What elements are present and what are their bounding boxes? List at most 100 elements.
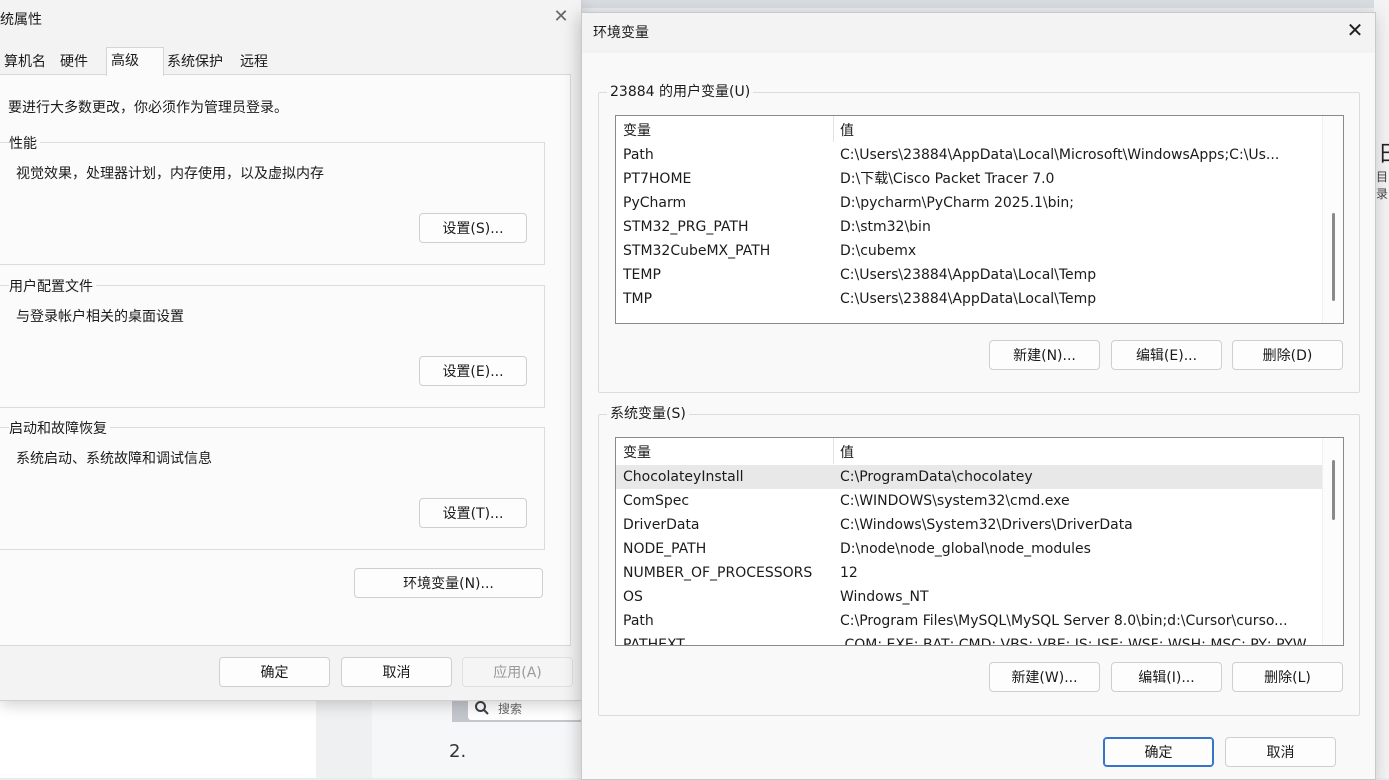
variable-name: TMP xyxy=(623,291,653,307)
tab-system-protection[interactable]: 系统保护 xyxy=(163,50,227,74)
admin-note: 要进行大多数更改，你必须作为管理员登录。 xyxy=(8,100,288,116)
variable-value: C:\WINDOWS\system32\cmd.exe xyxy=(840,493,1070,509)
tab-advanced[interactable]: 高级 xyxy=(106,47,164,76)
column-header-value[interactable]: 值 xyxy=(840,120,854,140)
background-list-number: 2. xyxy=(449,741,467,762)
background-search-placeholder: 搜索 xyxy=(498,702,523,716)
table-row[interactable]: ComSpec C:\WINDOWS\system32\cmd.exe xyxy=(616,489,1322,513)
delete-system-variable-button[interactable]: 删除(L) xyxy=(1232,662,1343,692)
scrollbar[interactable] xyxy=(1322,438,1343,645)
variable-name: NODE_PATH xyxy=(623,541,707,557)
table-row[interactable]: TMP C:\Users\23884\AppData\Local\Temp xyxy=(616,287,1322,311)
user-variables-title: 23884 的用户变量(U) xyxy=(607,81,754,101)
column-separator[interactable] xyxy=(833,438,834,464)
scrollbar-thumb[interactable] xyxy=(1332,460,1335,520)
apply-button[interactable]: 应用(A) xyxy=(462,657,573,687)
variable-name: OS xyxy=(623,589,643,605)
delete-user-variable-button[interactable]: 删除(D) xyxy=(1232,340,1343,370)
cancel-button[interactable]: 取消 xyxy=(341,657,452,687)
ok-button[interactable]: 确定 xyxy=(219,657,330,687)
column-header-variable[interactable]: 变量 xyxy=(623,442,651,462)
table-row[interactable]: PATHEXT .COM;.EXE;.BAT;.CMD;.VBS;.VBE;.JS… xyxy=(616,633,1322,646)
variable-value: C:\ProgramData\chocolatey xyxy=(840,469,1033,485)
table-row[interactable]: STM32CubeMX_PATH D:\cubemx xyxy=(616,239,1322,263)
user-profiles-title: 用户配置文件 xyxy=(9,276,96,296)
table-row[interactable]: DriverData C:\Windows\System32\Drivers\Dr… xyxy=(616,513,1322,537)
variable-value: D:\下载\Cisco Packet Tracer 7.0 xyxy=(840,171,1055,187)
user-profiles-group xyxy=(0,285,545,408)
table-row[interactable]: Path C:\Users\23884\AppData\Local\Microso… xyxy=(616,143,1322,167)
variable-value: D:\cubemx xyxy=(840,243,917,259)
tab-hardware[interactable]: 硬件 xyxy=(56,50,92,74)
user-variables-list[interactable]: 变量 值 Path C:\Users\23884\AppData\Local\Mi… xyxy=(615,115,1344,324)
environment-variables-button[interactable]: 环境变量(N)... xyxy=(354,568,543,598)
scrollbar-thumb[interactable] xyxy=(1332,213,1335,301)
tab-strip: 算机名 硬件 高级 系统保护 远程 xyxy=(0,47,581,76)
new-system-variable-button[interactable]: 新建(W)... xyxy=(989,662,1100,692)
table-row[interactable]: Path C:\Program Files\MySQL\MySQL Server … xyxy=(616,609,1322,633)
startup-recovery-description: 系统启动、系统故障和调试信息 xyxy=(16,451,212,467)
variable-name: Path xyxy=(623,613,654,629)
startup-recovery-group xyxy=(0,427,545,550)
edit-system-variable-button[interactable]: 编辑(I)... xyxy=(1111,662,1222,692)
table-row[interactable]: STM32_PRG_PATH D:\stm32\bin xyxy=(616,215,1322,239)
variable-name: PATHEXT xyxy=(623,637,685,646)
variable-name: Path xyxy=(623,147,654,163)
startup-recovery-title: 启动和故障恢复 xyxy=(9,418,110,438)
search-icon xyxy=(474,700,492,718)
variable-name: NUMBER_OF_PROCESSORS xyxy=(623,565,813,581)
column-header-variable[interactable]: 变量 xyxy=(623,120,651,140)
table-row[interactable]: OS Windows_NT xyxy=(616,585,1322,609)
variable-name: STM32_PRG_PATH xyxy=(623,219,749,235)
system-variables-title: 系统变量(S) xyxy=(607,403,689,423)
performance-description: 视觉效果，处理器计划，内存使用，以及虚拟内存 xyxy=(16,166,324,182)
close-icon[interactable]: ✕ xyxy=(1344,19,1366,41)
variable-value: C:\Program Files\MySQL\MySQL Server 8.0\… xyxy=(840,613,1288,629)
column-header-value[interactable]: 值 xyxy=(840,442,854,462)
tab-remote[interactable]: 远程 xyxy=(236,50,272,74)
scrollbar[interactable] xyxy=(1322,116,1343,323)
new-user-variable-button[interactable]: 新建(N)... xyxy=(989,340,1100,370)
table-row[interactable]: ChocolateyInstall C:\ProgramData\chocolat… xyxy=(616,465,1322,489)
background-right-text: 目录 xyxy=(1376,170,1389,201)
user-variables-group: 23884 的用户变量(U) 变量 值 Path C:\Users\23884\A… xyxy=(598,81,1360,393)
variable-value: Windows_NT xyxy=(840,589,929,605)
dialog-title: 环境变量 xyxy=(593,25,649,41)
variable-name: PyCharm xyxy=(623,195,687,211)
ok-button[interactable]: 确定 xyxy=(1103,737,1214,767)
dialog-body: 23884 的用户变量(U) 变量 值 Path C:\Users\23884\A… xyxy=(582,53,1375,779)
dialog-titlebar: 环境变量 ✕ xyxy=(582,13,1375,53)
variable-value: C:\Windows\System32\Drivers\DriverData xyxy=(840,517,1133,533)
variable-name: ComSpec xyxy=(623,493,690,509)
variable-value: D:\pycharm\PyCharm 2025.1\bin; xyxy=(840,195,1075,211)
user-profiles-description: 与登录帐户相关的桌面设置 xyxy=(16,309,184,325)
variable-value: .COM;.EXE;.BAT;.CMD;.VBS;.VBE;.JS;.JSE;.… xyxy=(840,637,1307,646)
tab-computer-name[interactable]: 算机名 xyxy=(0,50,50,74)
cancel-button[interactable]: 取消 xyxy=(1225,737,1336,767)
list-header: 变量 值 xyxy=(616,438,1322,464)
system-properties-window: 统属性 ✕ 算机名 硬件 高级 系统保护 远程 要进行大多数更改，你必须作为管理… xyxy=(0,0,582,701)
background-gutter xyxy=(316,700,372,778)
variable-name: STM32CubeMX_PATH xyxy=(623,243,771,259)
variable-value: C:\Users\23884\AppData\Local\Microsoft\W… xyxy=(840,147,1280,163)
window-title: 统属性 xyxy=(0,12,42,28)
edit-user-variable-button[interactable]: 编辑(E)... xyxy=(1111,340,1222,370)
table-row[interactable]: NODE_PATH D:\node\node_global\node_module… xyxy=(616,537,1322,561)
column-separator[interactable] xyxy=(833,116,834,142)
table-row[interactable]: TEMP C:\Users\23884\AppData\Local\Temp xyxy=(616,263,1322,287)
background-right-glyph: 日 xyxy=(1378,136,1389,168)
background-right-edge xyxy=(1374,0,1389,778)
environment-variables-dialog: 环境变量 ✕ 23884 的用户变量(U) 变量 值 Path C:\Users\… xyxy=(581,12,1376,780)
startup-recovery-settings-button[interactable]: 设置(T)... xyxy=(419,498,527,528)
performance-settings-button[interactable]: 设置(S)... xyxy=(419,213,527,243)
table-row[interactable]: NUMBER_OF_PROCESSORS 12 xyxy=(616,561,1322,585)
close-icon[interactable]: ✕ xyxy=(551,7,571,27)
variable-name: TEMP xyxy=(623,267,661,283)
user-profiles-settings-button[interactable]: 设置(E)... xyxy=(419,356,527,386)
system-variables-group: 系统变量(S) 变量 值 ChocolateyInstall C:\Program… xyxy=(598,403,1360,716)
system-variables-list[interactable]: 变量 值 ChocolateyInstall C:\ProgramData\cho… xyxy=(615,437,1344,646)
table-row[interactable]: PyCharm D:\pycharm\PyCharm 2025.1\bin; xyxy=(616,191,1322,215)
table-row[interactable]: PT7HOME D:\下载\Cisco Packet Tracer 7.0 xyxy=(616,167,1322,191)
variable-name: PT7HOME xyxy=(623,171,692,187)
performance-group xyxy=(0,142,545,265)
